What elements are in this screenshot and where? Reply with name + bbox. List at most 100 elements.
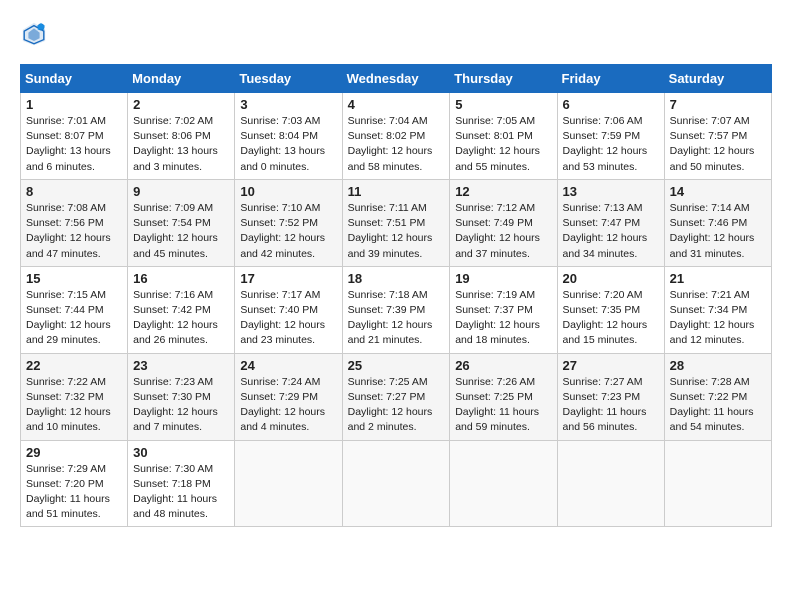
calendar-cell: 3 Sunrise: 7:03 AMSunset: 8:04 PMDayligh… [235, 93, 342, 180]
day-info: Sunrise: 7:25 AMSunset: 7:27 PMDaylight:… [348, 376, 433, 434]
day-number: 13 [563, 184, 659, 199]
day-number: 19 [455, 271, 551, 286]
day-number: 8 [26, 184, 122, 199]
day-number: 28 [670, 358, 766, 373]
day-number: 30 [133, 445, 229, 460]
day-info: Sunrise: 7:21 AMSunset: 7:34 PMDaylight:… [670, 289, 755, 347]
day-number: 1 [26, 97, 122, 112]
day-info: Sunrise: 7:16 AMSunset: 7:42 PMDaylight:… [133, 289, 218, 347]
calendar-cell: 27 Sunrise: 7:27 AMSunset: 7:23 PMDaylig… [557, 353, 664, 440]
day-number: 17 [240, 271, 336, 286]
day-info: Sunrise: 7:12 AMSunset: 7:49 PMDaylight:… [455, 202, 540, 260]
day-number: 14 [670, 184, 766, 199]
calendar-cell: 9 Sunrise: 7:09 AMSunset: 7:54 PMDayligh… [128, 179, 235, 266]
calendar-cell: 4 Sunrise: 7:04 AMSunset: 8:02 PMDayligh… [342, 93, 450, 180]
calendar-cell: 29 Sunrise: 7:29 AMSunset: 7:20 PMDaylig… [21, 440, 128, 527]
weekday-header-friday: Friday [557, 65, 664, 93]
calendar-cell: 15 Sunrise: 7:15 AMSunset: 7:44 PMDaylig… [21, 266, 128, 353]
day-number: 5 [455, 97, 551, 112]
day-info: Sunrise: 7:03 AMSunset: 8:04 PMDaylight:… [240, 115, 325, 173]
day-number: 21 [670, 271, 766, 286]
weekday-header-tuesday: Tuesday [235, 65, 342, 93]
calendar-cell [450, 440, 557, 527]
day-number: 24 [240, 358, 336, 373]
calendar-cell: 20 Sunrise: 7:20 AMSunset: 7:35 PMDaylig… [557, 266, 664, 353]
day-info: Sunrise: 7:28 AMSunset: 7:22 PMDaylight:… [670, 376, 754, 434]
day-number: 3 [240, 97, 336, 112]
day-info: Sunrise: 7:27 AMSunset: 7:23 PMDaylight:… [563, 376, 647, 434]
calendar-cell: 24 Sunrise: 7:24 AMSunset: 7:29 PMDaylig… [235, 353, 342, 440]
calendar-cell: 30 Sunrise: 7:30 AMSunset: 7:18 PMDaylig… [128, 440, 235, 527]
day-info: Sunrise: 7:18 AMSunset: 7:39 PMDaylight:… [348, 289, 433, 347]
day-info: Sunrise: 7:04 AMSunset: 8:02 PMDaylight:… [348, 115, 433, 173]
day-info: Sunrise: 7:30 AMSunset: 7:18 PMDaylight:… [133, 463, 217, 521]
calendar-cell: 21 Sunrise: 7:21 AMSunset: 7:34 PMDaylig… [664, 266, 771, 353]
day-info: Sunrise: 7:09 AMSunset: 7:54 PMDaylight:… [133, 202, 218, 260]
day-number: 16 [133, 271, 229, 286]
calendar-cell: 7 Sunrise: 7:07 AMSunset: 7:57 PMDayligh… [664, 93, 771, 180]
day-number: 10 [240, 184, 336, 199]
day-info: Sunrise: 7:05 AMSunset: 8:01 PMDaylight:… [455, 115, 540, 173]
weekday-header-saturday: Saturday [664, 65, 771, 93]
calendar-cell: 19 Sunrise: 7:19 AMSunset: 7:37 PMDaylig… [450, 266, 557, 353]
calendar-table: SundayMondayTuesdayWednesdayThursdayFrid… [20, 64, 772, 527]
weekday-header-wednesday: Wednesday [342, 65, 450, 93]
day-number: 29 [26, 445, 122, 460]
day-info: Sunrise: 7:01 AMSunset: 8:07 PMDaylight:… [26, 115, 111, 173]
day-info: Sunrise: 7:24 AMSunset: 7:29 PMDaylight:… [240, 376, 325, 434]
day-info: Sunrise: 7:20 AMSunset: 7:35 PMDaylight:… [563, 289, 648, 347]
day-number: 20 [563, 271, 659, 286]
day-number: 2 [133, 97, 229, 112]
day-info: Sunrise: 7:15 AMSunset: 7:44 PMDaylight:… [26, 289, 111, 347]
calendar-cell: 6 Sunrise: 7:06 AMSunset: 7:59 PMDayligh… [557, 93, 664, 180]
logo [20, 20, 52, 48]
calendar-cell: 11 Sunrise: 7:11 AMSunset: 7:51 PMDaylig… [342, 179, 450, 266]
calendar-cell [664, 440, 771, 527]
day-info: Sunrise: 7:13 AMSunset: 7:47 PMDaylight:… [563, 202, 648, 260]
day-info: Sunrise: 7:29 AMSunset: 7:20 PMDaylight:… [26, 463, 110, 521]
day-number: 22 [26, 358, 122, 373]
day-info: Sunrise: 7:19 AMSunset: 7:37 PMDaylight:… [455, 289, 540, 347]
calendar-cell: 10 Sunrise: 7:10 AMSunset: 7:52 PMDaylig… [235, 179, 342, 266]
weekday-header-sunday: Sunday [21, 65, 128, 93]
calendar-cell: 2 Sunrise: 7:02 AMSunset: 8:06 PMDayligh… [128, 93, 235, 180]
day-info: Sunrise: 7:23 AMSunset: 7:30 PMDaylight:… [133, 376, 218, 434]
day-number: 26 [455, 358, 551, 373]
day-info: Sunrise: 7:17 AMSunset: 7:40 PMDaylight:… [240, 289, 325, 347]
calendar-cell [342, 440, 450, 527]
day-info: Sunrise: 7:06 AMSunset: 7:59 PMDaylight:… [563, 115, 648, 173]
calendar-cell: 26 Sunrise: 7:26 AMSunset: 7:25 PMDaylig… [450, 353, 557, 440]
day-info: Sunrise: 7:10 AMSunset: 7:52 PMDaylight:… [240, 202, 325, 260]
calendar-cell: 12 Sunrise: 7:12 AMSunset: 7:49 PMDaylig… [450, 179, 557, 266]
day-number: 25 [348, 358, 445, 373]
calendar-cell: 8 Sunrise: 7:08 AMSunset: 7:56 PMDayligh… [21, 179, 128, 266]
day-info: Sunrise: 7:08 AMSunset: 7:56 PMDaylight:… [26, 202, 111, 260]
calendar-cell: 14 Sunrise: 7:14 AMSunset: 7:46 PMDaylig… [664, 179, 771, 266]
calendar-cell: 17 Sunrise: 7:17 AMSunset: 7:40 PMDaylig… [235, 266, 342, 353]
day-number: 6 [563, 97, 659, 112]
day-info: Sunrise: 7:11 AMSunset: 7:51 PMDaylight:… [348, 202, 433, 260]
day-number: 9 [133, 184, 229, 199]
calendar-cell [235, 440, 342, 527]
calendar-cell: 16 Sunrise: 7:16 AMSunset: 7:42 PMDaylig… [128, 266, 235, 353]
calendar-cell [557, 440, 664, 527]
day-info: Sunrise: 7:22 AMSunset: 7:32 PMDaylight:… [26, 376, 111, 434]
weekday-header-monday: Monday [128, 65, 235, 93]
calendar-cell: 22 Sunrise: 7:22 AMSunset: 7:32 PMDaylig… [21, 353, 128, 440]
calendar-cell: 1 Sunrise: 7:01 AMSunset: 8:07 PMDayligh… [21, 93, 128, 180]
weekday-header-thursday: Thursday [450, 65, 557, 93]
logo-icon [20, 20, 48, 48]
day-number: 15 [26, 271, 122, 286]
day-number: 7 [670, 97, 766, 112]
day-number: 27 [563, 358, 659, 373]
day-number: 23 [133, 358, 229, 373]
day-number: 4 [348, 97, 445, 112]
calendar-cell: 5 Sunrise: 7:05 AMSunset: 8:01 PMDayligh… [450, 93, 557, 180]
day-info: Sunrise: 7:26 AMSunset: 7:25 PMDaylight:… [455, 376, 539, 434]
calendar-cell: 13 Sunrise: 7:13 AMSunset: 7:47 PMDaylig… [557, 179, 664, 266]
calendar-cell: 28 Sunrise: 7:28 AMSunset: 7:22 PMDaylig… [664, 353, 771, 440]
day-number: 11 [348, 184, 445, 199]
calendar-cell: 25 Sunrise: 7:25 AMSunset: 7:27 PMDaylig… [342, 353, 450, 440]
calendar-cell: 18 Sunrise: 7:18 AMSunset: 7:39 PMDaylig… [342, 266, 450, 353]
day-info: Sunrise: 7:02 AMSunset: 8:06 PMDaylight:… [133, 115, 218, 173]
